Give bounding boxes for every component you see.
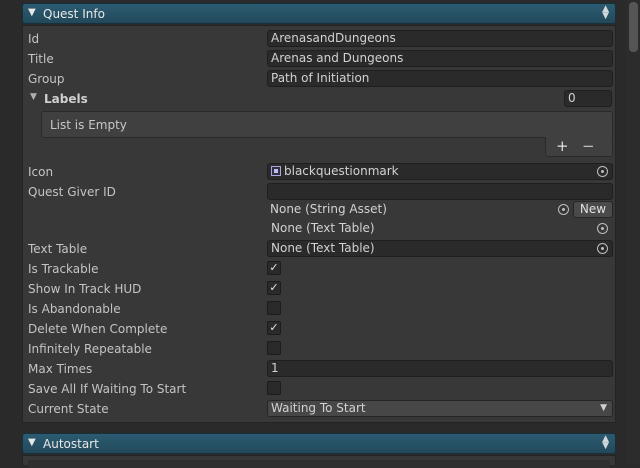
text-table-field[interactable]: None (Text Table) [267, 240, 613, 257]
autostart-title: Autostart [43, 437, 99, 451]
text-table-value: None (Text Table) [271, 241, 375, 255]
add-item-button[interactable]: + [556, 137, 569, 155]
max-times-row: Max Times 1 [28, 360, 613, 378]
toggle-row: Is Trackable ✓ [28, 260, 613, 278]
show-in-track-hud-checkbox[interactable]: ✓ [267, 281, 281, 295]
labels-count-field[interactable]: 0 [564, 90, 612, 107]
quest-info-header[interactable]: ▼ Quest Info ▲ ▼ [22, 3, 616, 24]
title-row: Title Arenas and Dungeons [28, 50, 613, 68]
save-all-label: Save All If Waiting To Start [28, 382, 187, 396]
group-field[interactable]: Path of Initiation [267, 70, 613, 87]
group-row: Group Path of Initiation [28, 70, 613, 88]
labels-foldout-label[interactable]: Labels [44, 92, 88, 106]
current-state-label: Current State [28, 402, 109, 416]
expand-arrow-icon: ▼ [28, 7, 36, 18]
show-in-track-hud-label: Show In Track HUD [28, 282, 142, 296]
string-asset-picker-icon[interactable] [558, 204, 569, 215]
giver-text-table-picker-icon[interactable] [597, 223, 608, 234]
up-down-spinner-icon[interactable]: ▲ ▼ [602, 435, 609, 451]
title-label: Title [28, 52, 54, 66]
max-times-label: Max Times [28, 362, 93, 376]
text-table-label: Text Table [28, 242, 88, 256]
save-all-row: Save All If Waiting To Start [28, 380, 613, 398]
is-trackable-label: Is Trackable [28, 262, 99, 276]
autostart-panel [22, 455, 616, 468]
id-row: Id ArenasandDungeons [28, 30, 613, 48]
quest-giver-row: Quest Giver ID [28, 183, 613, 201]
toggle-row: Delete When Complete ✓ [28, 320, 613, 338]
string-asset-row: None (String Asset) New [28, 201, 613, 219]
scrollbar-thumb[interactable] [629, 2, 638, 52]
texture-icon [271, 166, 281, 176]
current-state-dropdown[interactable]: Waiting To Start ▼ [267, 400, 613, 417]
infinitely-repeatable-label: Infinitely Repeatable [28, 342, 152, 356]
is-abandonable-checkbox[interactable] [267, 301, 281, 315]
delete-when-complete-checkbox[interactable]: ✓ [267, 321, 281, 335]
giver-text-table-field[interactable]: None (Text Table) [267, 220, 613, 237]
group-label: Group [28, 72, 65, 86]
is-abandonable-label: Is Abandonable [28, 302, 121, 316]
string-asset-field[interactable]: None (String Asset) [267, 201, 573, 218]
quest-giver-label: Quest Giver ID [28, 185, 116, 199]
icon-label: Icon [28, 165, 54, 179]
giver-text-table-row: None (Text Table) [28, 220, 613, 238]
quest-info-title: Quest Info [43, 7, 105, 21]
expand-arrow-icon: ▼ [28, 437, 36, 448]
labels-foldout-arrow-icon[interactable]: ▼ [30, 92, 37, 102]
save-all-checkbox[interactable] [267, 381, 281, 395]
autostart-header[interactable]: ▼ Autostart ▲ ▼ [22, 433, 616, 454]
up-down-spinner-icon[interactable]: ▲ ▼ [602, 5, 609, 21]
quest-giver-field[interactable] [267, 183, 613, 200]
toggle-row: Infinitely Repeatable [28, 340, 613, 358]
infinitely-repeatable-checkbox[interactable] [267, 341, 281, 355]
giver-text-table-value: None (Text Table) [271, 221, 375, 235]
is-trackable-checkbox[interactable]: ✓ [267, 261, 281, 275]
text-table-picker-icon[interactable] [597, 243, 608, 254]
scrollbar[interactable] [626, 0, 640, 465]
list-footer: + − [545, 137, 613, 157]
object-picker-icon[interactable] [597, 166, 608, 177]
icon-object-field[interactable]: blackquestionmark [267, 163, 613, 180]
toggle-row: Is Abandonable [28, 300, 613, 318]
dropdown-arrow-icon: ▼ [600, 403, 607, 413]
title-field[interactable]: Arenas and Dungeons [267, 50, 613, 67]
text-table-row: Text Table None (Text Table) [28, 240, 613, 258]
toggle-row: Show In Track HUD ✓ [28, 280, 613, 298]
icon-value: blackquestionmark [284, 164, 399, 178]
delete-when-complete-label: Delete When Complete [28, 322, 168, 336]
id-field[interactable]: ArenasandDungeons [267, 30, 613, 47]
current-state-row: Current State Waiting To Start ▼ [28, 400, 613, 418]
string-asset-value: None (String Asset) [270, 202, 387, 216]
list-empty-text: List is Empty [50, 118, 127, 132]
labels-list-box: List is Empty [41, 111, 613, 138]
current-state-value: Waiting To Start [271, 401, 366, 415]
id-label: Id [28, 32, 40, 46]
max-times-field[interactable]: 1 [267, 360, 613, 377]
remove-item-button[interactable]: − [582, 137, 595, 155]
new-button[interactable]: New [573, 201, 613, 218]
icon-row: Icon blackquestionmark [28, 163, 613, 181]
